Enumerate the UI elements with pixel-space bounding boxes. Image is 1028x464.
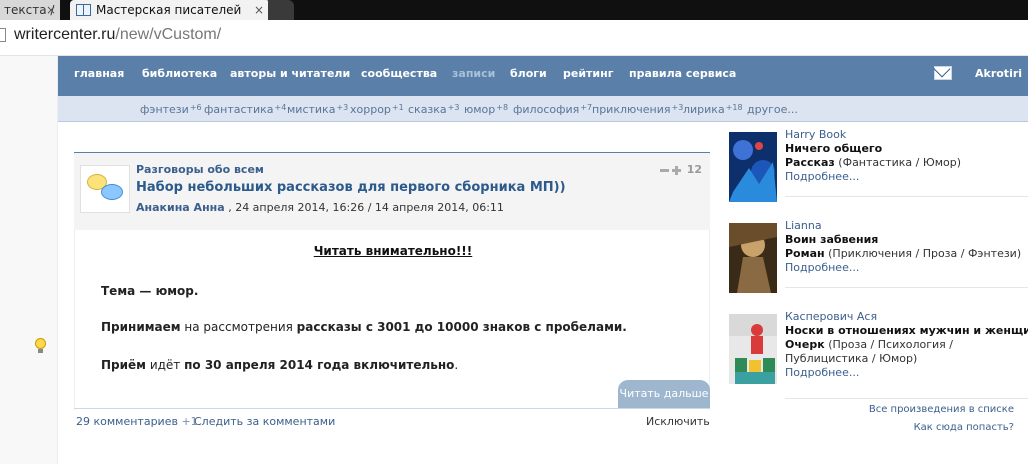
read-more-button[interactable]: Читать дальше	[618, 380, 710, 408]
genre-link[interactable]: хоррор+1	[350, 103, 404, 116]
post-footer: 29 комментариев +1 Следить за комментами…	[74, 408, 710, 432]
page-icon	[0, 28, 6, 42]
work-cover-thumbnail[interactable]	[729, 223, 777, 293]
nav-rules[interactable]: правила сервиса	[629, 67, 736, 80]
work-title-link[interactable]: Воин забвения	[785, 233, 878, 246]
work-more-link[interactable]: Подробнее...	[785, 170, 859, 183]
new-tab-button[interactable]	[268, 0, 294, 20]
user-name-link[interactable]: Akrotiri	[975, 67, 1022, 80]
url-text[interactable]: writercenter.ru/new/vCustom/	[14, 26, 221, 44]
nav-authors-readers[interactable]: авторы и читатели	[230, 67, 350, 80]
all-works-link[interactable]: Все произведения в списке	[869, 404, 1014, 415]
work-item: Lianna Воин забвения Роман (Приключения …	[729, 217, 1028, 301]
work-cover-thumbnail[interactable]	[729, 132, 777, 202]
post-paragraph: Приём идёт по 30 апреля 2014 года включи…	[101, 358, 459, 372]
left-strip	[0, 56, 58, 464]
browser-tab-inactive[interactable]: текста / ×	[0, 0, 60, 20]
read-carefully-note: Читать внимательно!!!	[313, 244, 473, 258]
genre-link[interactable]: фантастика+4	[204, 103, 286, 116]
work-cover-thumbnail[interactable]	[729, 314, 777, 384]
post-header: Разговоры обо всем Набор небольших расск…	[74, 152, 710, 230]
post-rating: 12	[686, 163, 702, 176]
post-card: Разговоры обо всем Набор небольших расск…	[74, 152, 710, 432]
minus-icon[interactable]	[659, 168, 669, 172]
post-forum-link[interactable]: Разговоры обо всем	[136, 163, 264, 176]
post-meta: Анакина Анна , 24 апреля 2014, 16:26 / 1…	[136, 201, 504, 214]
work-author-link[interactable]: Harry Book	[785, 128, 846, 141]
plus-icon[interactable]	[671, 165, 681, 175]
lightbulb-icon[interactable]	[34, 338, 47, 354]
post-vote: 12	[659, 163, 702, 176]
work-item: Касперович Ася Носки в отношениях мужчин…	[729, 308, 1028, 392]
browser-tab-active[interactable]: Мастерская писателей ×	[70, 0, 270, 20]
work-genre: Рассказ (Фантастика / Юмор)	[785, 156, 962, 169]
nav-library[interactable]: библиотека	[142, 67, 217, 80]
genre-link[interactable]: философия+7	[513, 103, 592, 116]
work-more-link[interactable]: Подробнее...	[785, 366, 859, 379]
post-body: Читать внимательно!!! Тема — юмор. Прини…	[74, 230, 710, 410]
work-genre: Очерк (Проза / Психология / Публицистика…	[785, 338, 953, 365]
work-author-link[interactable]: Lianna	[785, 219, 822, 232]
genre-link[interactable]: фэнтези+6	[140, 103, 202, 116]
book-favicon-icon	[76, 3, 91, 16]
recommended-works: Harry Book Ничего общего Рассказ (Фантас…	[729, 126, 1028, 464]
work-more-link[interactable]: Подробнее...	[785, 261, 859, 274]
genre-bar: фэнтези+6 фантастика+4 мистика+3 хоррор+…	[58, 96, 1028, 122]
speech-bubble-icon	[101, 184, 123, 200]
nav-rating[interactable]: рейтинг	[563, 67, 613, 80]
divider	[785, 196, 1028, 197]
mail-icon[interactable]	[934, 66, 952, 80]
follow-comments-link[interactable]: Следить за комментами	[194, 415, 335, 428]
browser-tab-bar: текста / × Мастерская писателей ×	[0, 0, 1028, 20]
post-paragraph: Тема — юмор.	[101, 284, 199, 298]
work-title-link[interactable]: Ничего общего	[785, 142, 882, 155]
work-item: Harry Book Ничего общего Рассказ (Фантас…	[729, 126, 1028, 210]
forum-avatar[interactable]	[80, 165, 130, 213]
tab-close-icon[interactable]: ×	[254, 0, 264, 20]
divider	[785, 398, 1028, 399]
genre-link[interactable]: лирика+18	[683, 103, 743, 116]
genre-link[interactable]: сказка+3	[408, 103, 459, 116]
address-bar[interactable]: writercenter.ru/new/vCustom/	[0, 20, 1028, 56]
nav-blogs[interactable]: блоги	[510, 67, 547, 80]
tab-close-icon[interactable]: ×	[46, 0, 56, 20]
nav-communities[interactable]: сообщества	[361, 67, 437, 80]
comments-link[interactable]: 29 комментариев +1	[76, 415, 198, 428]
tab-label: Мастерская писателей	[96, 3, 242, 17]
post-dates: , 24 апреля 2014, 16:26 / 14 апреля 2014…	[224, 201, 504, 214]
genre-link[interactable]: мистика+3	[287, 103, 348, 116]
genre-link[interactable]: юмор+8	[464, 103, 508, 116]
genre-link[interactable]: приключения+3	[592, 103, 683, 116]
post-title-link[interactable]: Набор небольших рассказов для первого сб…	[136, 180, 566, 195]
work-author-link[interactable]: Касперович Ася	[785, 310, 877, 323]
work-genre: Роман (Приключения / Проза / Фэнтези)	[785, 247, 1022, 260]
main-navigation: главная библиотека авторы и читатели соо…	[58, 56, 1028, 96]
how-to-get-here-link[interactable]: Как сюда попасть?	[914, 422, 1014, 433]
exclude-link[interactable]: Исключить	[646, 415, 710, 428]
post-author-link[interactable]: Анакина Анна	[136, 201, 225, 214]
nav-home[interactable]: главная	[74, 67, 124, 80]
genre-link-other[interactable]: другое...	[747, 103, 798, 116]
post-paragraph: Принимаем на рассмотрения рассказы с 300…	[101, 320, 627, 334]
nav-posts[interactable]: записи	[452, 67, 495, 80]
work-title-link[interactable]: Носки в отношениях мужчин и женщин	[785, 324, 1028, 337]
divider	[785, 287, 1028, 288]
